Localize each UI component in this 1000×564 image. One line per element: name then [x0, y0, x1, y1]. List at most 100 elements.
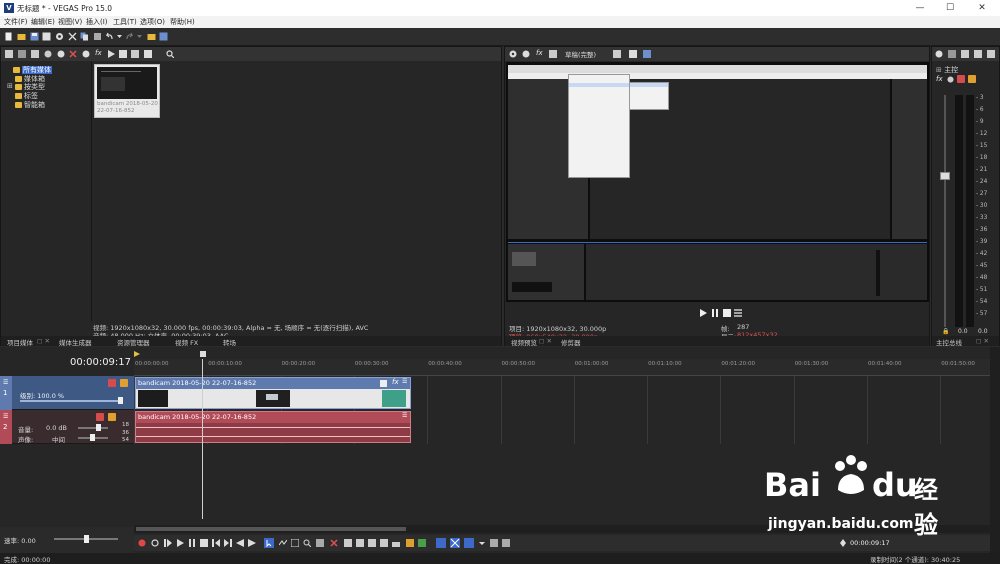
new-file-icon[interactable] — [4, 32, 13, 41]
preview-stop-icon[interactable] — [723, 309, 731, 317]
auto-ripple-icon[interactable] — [464, 538, 474, 548]
redo-history-icon[interactable] — [135, 32, 144, 41]
undo-history-icon[interactable] — [115, 32, 124, 41]
next-frame-icon[interactable] — [248, 539, 256, 547]
menu-insert[interactable]: 插入(I) — [86, 17, 108, 27]
open-folder-icon[interactable] — [17, 32, 26, 41]
event-pan-crop-icon[interactable] — [380, 380, 387, 387]
video-track-selector[interactable]: ☰ 1 — [0, 376, 12, 410]
redo-icon[interactable] — [125, 32, 134, 41]
zoom-tool-icon[interactable] — [303, 539, 311, 547]
snapping-icon[interactable] — [436, 538, 446, 548]
media-thumbnail[interactable]: bandicam 2018-05-20 22-07-16-852 — [94, 64, 160, 118]
loop-playback-icon[interactable] — [151, 539, 159, 547]
tree-item-smart-bins[interactable]: 智能箱 — [15, 100, 45, 110]
overlays-icon[interactable] — [613, 50, 621, 58]
maximize-button[interactable]: ☐ — [936, 2, 964, 14]
menu-edit[interactable]: 编辑(E) — [31, 17, 55, 27]
tab-close-small[interactable]: ◻ ✕ — [539, 337, 552, 345]
master-lock-icon[interactable]: 🔒 — [942, 328, 949, 335]
edit-details-icon[interactable] — [147, 32, 156, 41]
master-mute-icon[interactable] — [957, 75, 965, 83]
master-insert-fx-icon[interactable]: fx — [936, 75, 943, 83]
external-monitor-gear-icon[interactable] — [522, 50, 530, 58]
audio-track-header[interactable]: ☰ 2 音量: 0.0 dB 声像: 中间 — [0, 410, 134, 444]
preview-play-icon[interactable] — [699, 309, 707, 317]
hscroll-thumb[interactable] — [136, 527, 406, 531]
tab-master-bus[interactable]: 主控总线 — [936, 337, 962, 347]
save-snapshot-icon[interactable] — [643, 50, 651, 58]
media-properties-icon[interactable] — [57, 50, 65, 58]
lock-envelopes-icon[interactable] — [490, 539, 498, 547]
video-output-fx-icon[interactable]: fx — [536, 49, 543, 57]
tab-video-fx[interactable]: 视频 FX — [175, 337, 198, 347]
tab-trimmer[interactable]: 修剪器 — [561, 337, 581, 347]
envelope-tool-icon[interactable] — [279, 539, 287, 547]
timeline-timecode[interactable]: 00:00:09:17 — [70, 357, 131, 368]
lock-icon[interactable] — [392, 539, 400, 547]
media-fx-icon[interactable]: fx — [95, 49, 102, 57]
menu-view[interactable]: 视图(V) — [58, 17, 82, 27]
rate-handle[interactable] — [84, 535, 89, 543]
master-fader-track[interactable] — [944, 95, 946, 327]
ripple-dropdown-icon[interactable] — [478, 539, 486, 547]
pan-handle[interactable] — [90, 434, 95, 441]
trim-end-icon[interactable] — [368, 539, 376, 547]
video-track-header[interactable]: ☰ 1 级别: 100.0 % — [0, 376, 134, 410]
video-level-handle[interactable] — [118, 397, 123, 404]
render-icon[interactable] — [42, 32, 51, 41]
minimize-button[interactable]: — — [906, 2, 934, 14]
split-screen-icon[interactable] — [549, 50, 557, 58]
go-to-end-icon[interactable] — [224, 539, 232, 547]
preview-quality-dropdown[interactable]: 草稿(完整) — [565, 49, 596, 59]
undo-icon[interactable] — [105, 32, 114, 41]
event-menu-icon[interactable]: ☰ — [402, 378, 407, 385]
audio-event[interactable]: bandicam 2018-05-20 22-07-16-852 ☰ — [135, 411, 411, 443]
timeline-vscrollbar[interactable] — [990, 347, 1000, 553]
trim-icon[interactable] — [344, 539, 352, 547]
split-icon[interactable] — [380, 539, 388, 547]
delete-icon[interactable] — [330, 539, 338, 547]
menu-options[interactable]: 选项(O) — [140, 17, 165, 27]
pause-icon[interactable] — [188, 539, 196, 547]
play-icon[interactable] — [107, 50, 115, 58]
capture-icon[interactable] — [18, 50, 26, 58]
close-button[interactable]: ✕ — [968, 2, 996, 14]
preview-menu-icon[interactable] — [734, 309, 742, 317]
media-fx-gear-icon[interactable] — [82, 50, 90, 58]
tree-splitter[interactable] — [91, 61, 92, 321]
video-track-solo-icon[interactable] — [120, 379, 128, 387]
auto-crossfade-icon[interactable] — [450, 538, 460, 548]
playhead-cursor[interactable] — [202, 359, 203, 519]
search-icon[interactable] — [166, 50, 174, 58]
stop-icon[interactable] — [200, 539, 208, 547]
preview-pause-icon[interactable] — [711, 309, 719, 317]
tab-explorer[interactable]: 资源管理器 — [117, 337, 150, 347]
tab-close-small[interactable]: ◻ ✕ — [37, 337, 50, 345]
event-fx-icon[interactable]: fx — [392, 378, 399, 386]
copy-icon[interactable] — [80, 32, 89, 41]
master-fx-icon[interactable] — [961, 50, 969, 58]
tab-media-generators[interactable]: 媒体生成器 — [59, 337, 92, 347]
copy-snapshot-icon[interactable] — [629, 50, 637, 58]
region-icon[interactable] — [418, 539, 426, 547]
menu-help[interactable]: 帮助(H) — [170, 17, 195, 27]
help-icon[interactable] — [159, 32, 168, 41]
play-icon[interactable] — [176, 539, 184, 547]
video-level-slider[interactable] — [20, 400, 120, 402]
save-icon[interactable] — [30, 32, 39, 41]
master-meter-icon[interactable] — [948, 50, 956, 58]
audio-track-solo-icon[interactable] — [108, 413, 116, 421]
master-solo-icon[interactable] — [968, 75, 976, 83]
volume-slider[interactable] — [78, 427, 108, 429]
trim-start-icon[interactable] — [356, 539, 364, 547]
tab-project-media[interactable]: 项目媒体 — [7, 337, 33, 347]
menu-tools[interactable]: 工具(T) — [113, 17, 137, 27]
master-gear2-icon[interactable] — [947, 76, 954, 83]
web-icon[interactable] — [44, 50, 52, 58]
auto-preview-icon[interactable] — [131, 50, 139, 58]
ignore-grouping-icon[interactable] — [502, 539, 510, 547]
preview-settings-gear-icon[interactable] — [509, 50, 517, 58]
master-options-icon[interactable] — [974, 50, 982, 58]
track-menu-icon[interactable]: ☰ — [3, 413, 8, 420]
